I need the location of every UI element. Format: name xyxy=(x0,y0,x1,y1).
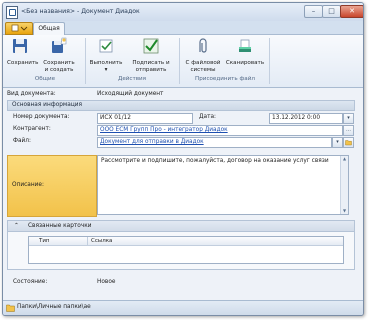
group-attach-label: Присоединить файл xyxy=(195,76,255,82)
floppy-disk-icon xyxy=(13,39,27,53)
group-common-label: Общие xyxy=(34,76,56,82)
contractor-field[interactable]: ООО ЕСМ Групп Про - интегратор Диадок xyxy=(97,125,343,136)
open-file-button[interactable] xyxy=(343,137,354,148)
save-new-icon xyxy=(52,37,67,53)
contractor-label: Контрагент: xyxy=(13,126,51,132)
linked-cards-header[interactable]: ⌃ Связанные карточки xyxy=(8,221,354,232)
group-separator xyxy=(179,38,180,84)
column-link[interactable]: Ссылка xyxy=(87,237,112,245)
scan-label: Сканировать xyxy=(225,60,265,66)
doc-type-label: Вид документа: xyxy=(7,91,56,97)
from-file-system-button[interactable]: С файловой системы xyxy=(183,37,223,74)
linked-cards-title: Связанные карточки xyxy=(28,223,92,229)
save-label: Сохранить xyxy=(7,60,39,66)
doc-type-value: Исходящий документ xyxy=(97,91,164,97)
grid-header: Тип Ссылка xyxy=(29,237,343,246)
app-icon xyxy=(6,6,18,19)
folder-path[interactable]: Папки\Личные папки\ae xyxy=(17,304,91,310)
chevron-down-icon: ▾ xyxy=(104,67,108,73)
group-actions-label: Действия xyxy=(117,76,147,82)
execute-label: Выполнить xyxy=(89,60,123,66)
document-window: <Без названия> - Документ Диадок – □ ✕ О… xyxy=(2,2,364,316)
date-field[interactable]: 13.12.2012 0:00 xyxy=(269,113,343,124)
from-file-label-2: системы xyxy=(190,67,216,73)
description-textarea[interactable]: Рассмотрите и подпишите, пожалуйста, дог… xyxy=(97,155,349,215)
description-text: Рассмотрите и подпишите, пожалуйста, дог… xyxy=(101,158,329,164)
sign-and-send-button[interactable]: Подписать и отправить xyxy=(127,37,175,74)
save-and-create-button[interactable]: Сохранить и создать xyxy=(39,37,79,74)
linked-cards-panel: ⌃ Связанные карточки Тип Ссылка xyxy=(7,220,355,270)
file-label: Файл: xyxy=(13,138,31,144)
description-label: Описание: xyxy=(12,182,44,188)
ribbon-tab-row: Общая xyxy=(3,21,363,35)
linked-cards-grid[interactable]: Тип Ссылка xyxy=(28,236,344,264)
execute-icon xyxy=(99,39,113,53)
group-separator xyxy=(269,38,270,84)
contractor-browse-button[interactable]: … xyxy=(343,125,354,136)
save-button[interactable]: Сохранить xyxy=(7,37,39,67)
ribbon: Сохранить Сохранить и создать Общие Выпо… xyxy=(3,35,363,88)
file-link[interactable]: Документ для отправки в Диадок xyxy=(100,139,204,145)
from-file-label-1: С файловой xyxy=(185,60,221,66)
file-dropdown-button[interactable]: ▾ xyxy=(332,137,343,148)
group-separator xyxy=(85,38,86,84)
file-tab[interactable] xyxy=(5,22,33,35)
description-label-cell: Описание: xyxy=(7,155,97,217)
minimize-button[interactable]: – xyxy=(304,5,323,18)
folder-icon xyxy=(345,140,352,146)
close-button[interactable]: ✕ xyxy=(340,5,363,18)
column-type[interactable]: Тип xyxy=(39,237,50,245)
doc-number-field[interactable]: ИСХ 01/12 xyxy=(97,113,193,124)
maximize-button[interactable]: □ xyxy=(322,5,341,18)
scroll-down-icon[interactable]: ▼ xyxy=(341,208,348,214)
sign-send-label-2: отправить xyxy=(135,67,167,73)
contractor-link[interactable]: ООО ЕСМ Групп Про - интегратор Диадок xyxy=(100,127,228,133)
scan-button[interactable]: Сканировать xyxy=(225,37,265,67)
collapse-icon[interactable]: ⌃ xyxy=(14,221,19,231)
state-value: Новое xyxy=(97,279,116,285)
state-label: Состояние: xyxy=(13,279,48,285)
scanner-icon xyxy=(239,39,251,52)
date-dropdown-button[interactable]: ▾ xyxy=(343,113,354,124)
tab-general[interactable]: Общая xyxy=(33,22,65,35)
title-bar: <Без названия> - Документ Диадок – □ ✕ xyxy=(3,3,363,21)
description-scrollbar[interactable]: ▲ ▼ xyxy=(340,156,348,214)
save-create-label-2: и создать xyxy=(44,67,74,73)
paperclip-icon xyxy=(199,38,207,53)
document-form: Вид документа: Исходящий документ Основн… xyxy=(3,88,363,301)
file-menu-icon xyxy=(11,24,28,32)
doc-number-label: Номер документа: xyxy=(13,114,70,120)
sign-checkmark-icon xyxy=(143,38,159,54)
save-create-label-1: Сохранить xyxy=(43,60,75,66)
folder-icon xyxy=(6,304,15,312)
date-label: Дата: xyxy=(199,114,216,120)
file-field[interactable]: Документ для отправки в Диадок xyxy=(97,137,332,148)
sign-send-label-1: Подписать и xyxy=(132,60,170,66)
execute-button[interactable]: Выполнить ▾ xyxy=(89,37,123,74)
section-main-info: Основная информация xyxy=(7,100,355,111)
window-title: <Без названия> - Документ Диадок xyxy=(21,8,140,15)
status-bar: Папки\Личные папки\ae xyxy=(3,300,363,315)
scroll-up-icon[interactable]: ▲ xyxy=(341,156,348,162)
